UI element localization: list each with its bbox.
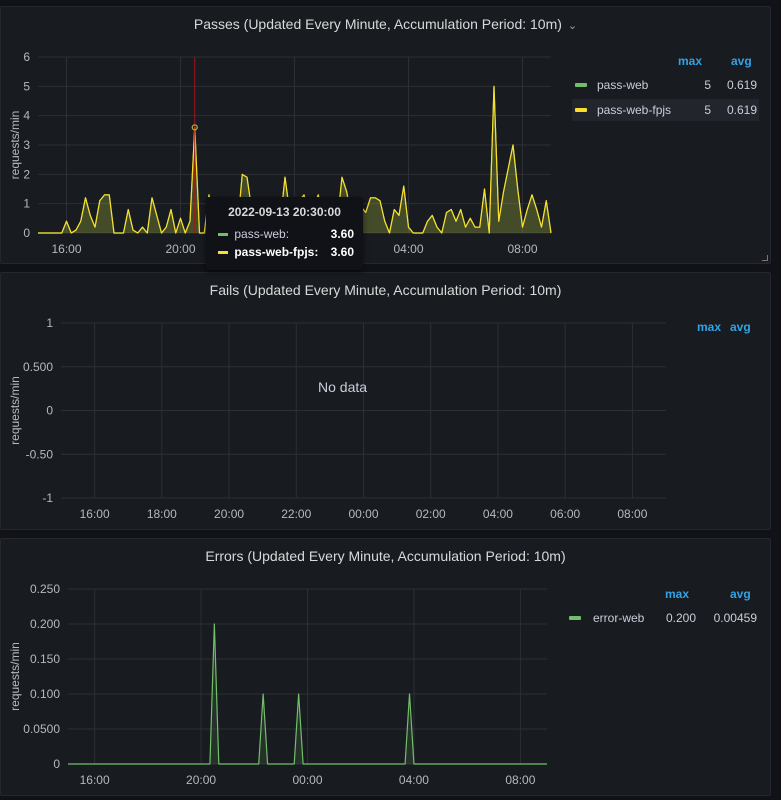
- passes-panel: Passes (Updated Every Minute, Accumulati…: [0, 6, 771, 264]
- y-tick-label: 2: [23, 167, 30, 181]
- graph-tooltip: 2022-09-13 20:30:00 pass-web: 3.60 pass-…: [206, 197, 363, 270]
- legend-avg-value: 0.619: [726, 103, 757, 117]
- x-tick-label: 00:00: [292, 773, 322, 787]
- y-tick-label: 0: [53, 757, 60, 771]
- legend-max-value: 0.200: [665, 611, 696, 625]
- y-axis-label: requests/min: [8, 642, 22, 711]
- legend-series-name: error-web: [593, 611, 645, 625]
- grid: [61, 322, 666, 499]
- tooltip-series-name: pass-web-fpjs:: [234, 245, 319, 259]
- series-color-swatch: [218, 233, 228, 237]
- tooltip-series-name: pass-web:: [234, 227, 290, 241]
- grid: [68, 588, 547, 765]
- legend-max-value: 5: [704, 78, 711, 92]
- legend-row-pass-web[interactable]: pass-web 5 0.619: [572, 74, 759, 96]
- fails-panel: Fails (Updated Every Minute, Accumulatio…: [0, 272, 771, 530]
- tooltip-series-value: 3.60: [330, 227, 354, 241]
- x-tick-label: 20:00: [214, 507, 244, 521]
- errors-panel: Errors (Updated Every Minute, Accumulati…: [0, 538, 771, 796]
- y-tick-label: -0.50: [26, 447, 54, 461]
- x-tick-label: 18:00: [147, 507, 177, 521]
- legend-row-error-web[interactable]: error-web 0.200 0.00459: [566, 607, 761, 629]
- y-tick-label: 0.0500: [23, 722, 60, 736]
- y-tick-label: 1: [23, 197, 30, 211]
- x-tick-label: 04:00: [483, 507, 513, 521]
- tooltip-series-value: 3.60: [330, 245, 354, 259]
- y-tick-label: 0.500: [23, 360, 53, 374]
- legend-avg-value: 0.00459: [713, 611, 757, 625]
- y-tick-label: 0.100: [30, 687, 60, 701]
- errors-chart[interactable]: 0 0.0500 0.100 0.150 0.200 0.250 16:00 20:00 00:…: [1, 539, 772, 797]
- legend-header-avg[interactable]: avg: [730, 587, 751, 601]
- y-tick-label: 6: [23, 50, 30, 64]
- y-tick-label: 0.150: [30, 652, 60, 666]
- y-tick-label: 4: [23, 109, 30, 123]
- x-tick-label: 16:00: [80, 507, 110, 521]
- x-tick-label: 22:00: [281, 507, 311, 521]
- x-tick-label: 02:00: [416, 507, 446, 521]
- y-tick-label: 0.250: [30, 582, 60, 596]
- y-tick-label: 3: [23, 138, 30, 152]
- y-axis-label: requests/min: [8, 376, 22, 445]
- legend-header-max[interactable]: max: [678, 54, 702, 68]
- legend-series-name: pass-web: [597, 78, 649, 92]
- resize-handle[interactable]: [762, 255, 768, 261]
- series-color-swatch: [575, 83, 587, 87]
- y-tick-label: -1: [42, 491, 53, 505]
- no-data-message: No data: [318, 379, 368, 395]
- legend-header-max[interactable]: max: [665, 587, 689, 601]
- x-tick-label: 20:00: [186, 773, 216, 787]
- x-tick-label: 04:00: [393, 242, 423, 256]
- y-tick-label: 0.200: [30, 617, 60, 631]
- passes-chart[interactable]: 0 1 2 3 4 5 6 16:00 20:00 04:00 08:00 requests/min: [1, 7, 772, 265]
- x-tick-label: 00:00: [348, 507, 378, 521]
- x-tick-label: 20:00: [165, 242, 195, 256]
- legend-header-avg[interactable]: avg: [731, 54, 752, 68]
- series-color-swatch: [569, 616, 581, 620]
- y-tick-label: 0: [23, 226, 30, 240]
- x-tick-label: 08:00: [507, 242, 537, 256]
- tooltip-row-pass-web-fpjs: pass-web-fpjs: 3.60: [218, 245, 354, 259]
- x-tick-label: 08:00: [617, 507, 647, 521]
- x-tick-label: 06:00: [550, 507, 580, 521]
- legend-header-max[interactable]: max: [697, 320, 721, 334]
- y-tick-label: 0: [46, 404, 53, 418]
- x-tick-label: 16:00: [80, 773, 110, 787]
- legend-series-name: pass-web-fpjs: [597, 103, 672, 117]
- series-color-swatch: [575, 108, 587, 112]
- series-color-swatch: [218, 251, 228, 255]
- x-tick-label: 16:00: [51, 242, 81, 256]
- legend-max-value: 5: [704, 103, 711, 117]
- legend-header-avg[interactable]: avg: [730, 320, 751, 334]
- tooltip-time: 2022-09-13 20:30:00: [228, 205, 341, 219]
- legend-avg-value: 0.619: [726, 78, 757, 92]
- y-axis-label: requests/min: [8, 111, 22, 180]
- y-tick-label: 1: [46, 316, 53, 330]
- x-tick-label: 04:00: [399, 773, 429, 787]
- legend-row-pass-web-fpjs[interactable]: pass-web-fpjs 5 0.619: [572, 99, 759, 121]
- y-tick-label: 5: [23, 79, 30, 93]
- x-tick-label: 08:00: [505, 773, 535, 787]
- tooltip-row-pass-web: pass-web: 3.60: [218, 227, 354, 241]
- fails-chart[interactable]: -1 -0.50 0 0.500 1 16:00 18:00 20:00 22:00 00:00 0…: [1, 273, 772, 531]
